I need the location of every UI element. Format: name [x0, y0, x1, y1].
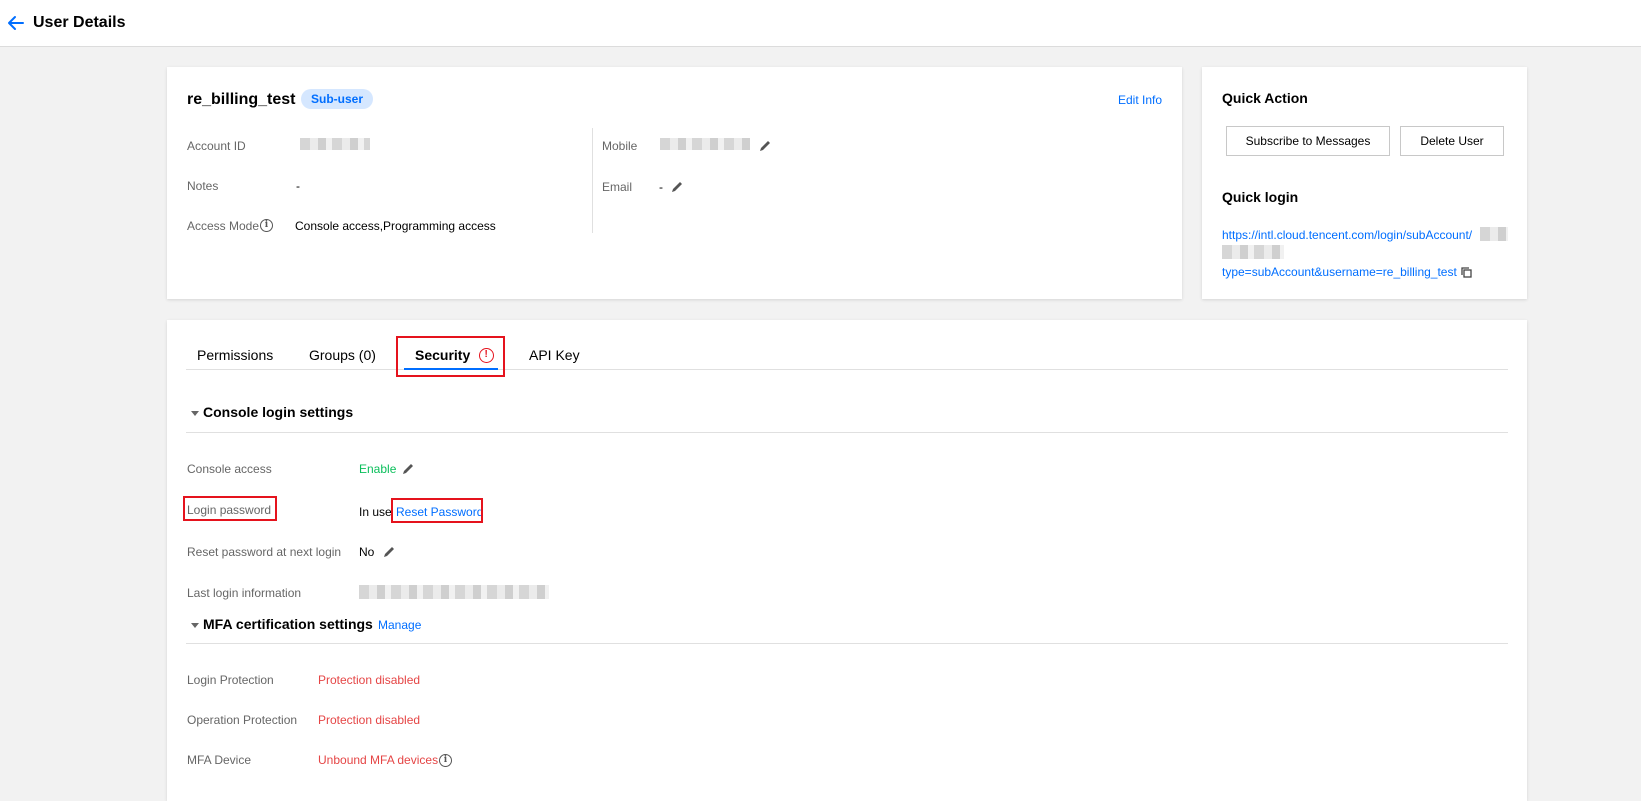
quick-login-url-redacted-2 [1222, 245, 1284, 259]
collapse-caret-icon[interactable] [191, 411, 199, 416]
main-tabs-card [167, 320, 1527, 801]
edit-reset-next-login-pencil-icon[interactable] [382, 545, 396, 559]
delete-user-button[interactable]: Delete User [1400, 126, 1504, 156]
tab-permissions[interactable]: Permissions [197, 347, 273, 363]
edit-mobile-pencil-icon[interactable] [758, 139, 772, 153]
edit-info-link[interactable]: Edit Info [1118, 93, 1162, 107]
operation-protection-label: Operation Protection [187, 713, 298, 727]
operation-protection-value: Protection disabled [318, 713, 421, 727]
mobile-value-redacted [660, 138, 750, 150]
mobile-label: Mobile [602, 139, 638, 153]
access-mode-label: Access Mode [187, 219, 260, 233]
email-value: - [659, 180, 663, 194]
sub-user-badge: Sub-user [301, 89, 374, 109]
login-protection-value: Protection disabled [318, 673, 421, 687]
account-id-value-redacted [300, 138, 370, 150]
copy-icon[interactable] [1460, 266, 1473, 279]
info-icon[interactable]: i [260, 219, 273, 232]
tab-groups[interactable]: Groups (0) [309, 347, 376, 363]
reset-next-login-label: Reset password at next login [187, 545, 342, 559]
back-arrow-icon[interactable] [6, 13, 26, 33]
highlight-box-reset-password [391, 498, 483, 523]
tab-api-key[interactable]: API Key [529, 347, 580, 363]
tabs-divider [186, 369, 1508, 370]
section-divider [186, 432, 1508, 433]
login-protection-label: Login Protection [187, 673, 274, 687]
edit-console-access-pencil-icon[interactable] [401, 462, 415, 476]
mfa-device-label: MFA Device [187, 753, 252, 767]
subscribe-to-messages-button[interactable]: Subscribe to Messages [1226, 126, 1390, 156]
highlight-box-security-tab [396, 336, 505, 377]
console-login-settings-title[interactable]: Console login settings [203, 404, 353, 420]
quick-action-title: Quick Action [1222, 90, 1308, 106]
console-access-label: Console access [187, 462, 272, 476]
mfa-settings-title[interactable]: MFA certification settings [203, 616, 373, 632]
access-mode-value: Console access,Programming access [295, 219, 496, 233]
console-access-value: Enable [359, 462, 397, 476]
login-password-value: In use [359, 505, 392, 519]
notes-label: Notes [187, 179, 219, 193]
mfa-manage-link[interactable]: Manage [378, 618, 421, 632]
edit-email-pencil-icon[interactable] [670, 180, 684, 194]
quick-login-url-line1[interactable]: https://intl.cloud.tencent.com/login/sub… [1222, 228, 1472, 242]
quick-login-url-redacted [1480, 227, 1508, 241]
quick-login-title: Quick login [1222, 189, 1299, 205]
account-id-label: Account ID [187, 139, 246, 153]
notes-value: - [296, 179, 300, 193]
section-divider [186, 643, 1508, 644]
email-label: Email [602, 180, 633, 194]
page-title: User Details [33, 14, 126, 31]
last-login-value-redacted [359, 585, 549, 599]
highlight-box-login-password [183, 496, 277, 521]
mfa-device-value[interactable]: Unbound MFA devices [318, 753, 438, 767]
collapse-caret-icon[interactable] [191, 623, 199, 628]
user-name: re_billing_test [187, 91, 296, 108]
top-bar: User Details [0, 0, 1641, 47]
info-icon[interactable]: i [439, 754, 452, 767]
reset-next-login-value: No [359, 545, 375, 559]
last-login-label: Last login information [187, 586, 302, 600]
column-divider [592, 128, 593, 233]
quick-login-url-line2[interactable]: type=subAccount&username=re_billing_test [1222, 265, 1457, 279]
